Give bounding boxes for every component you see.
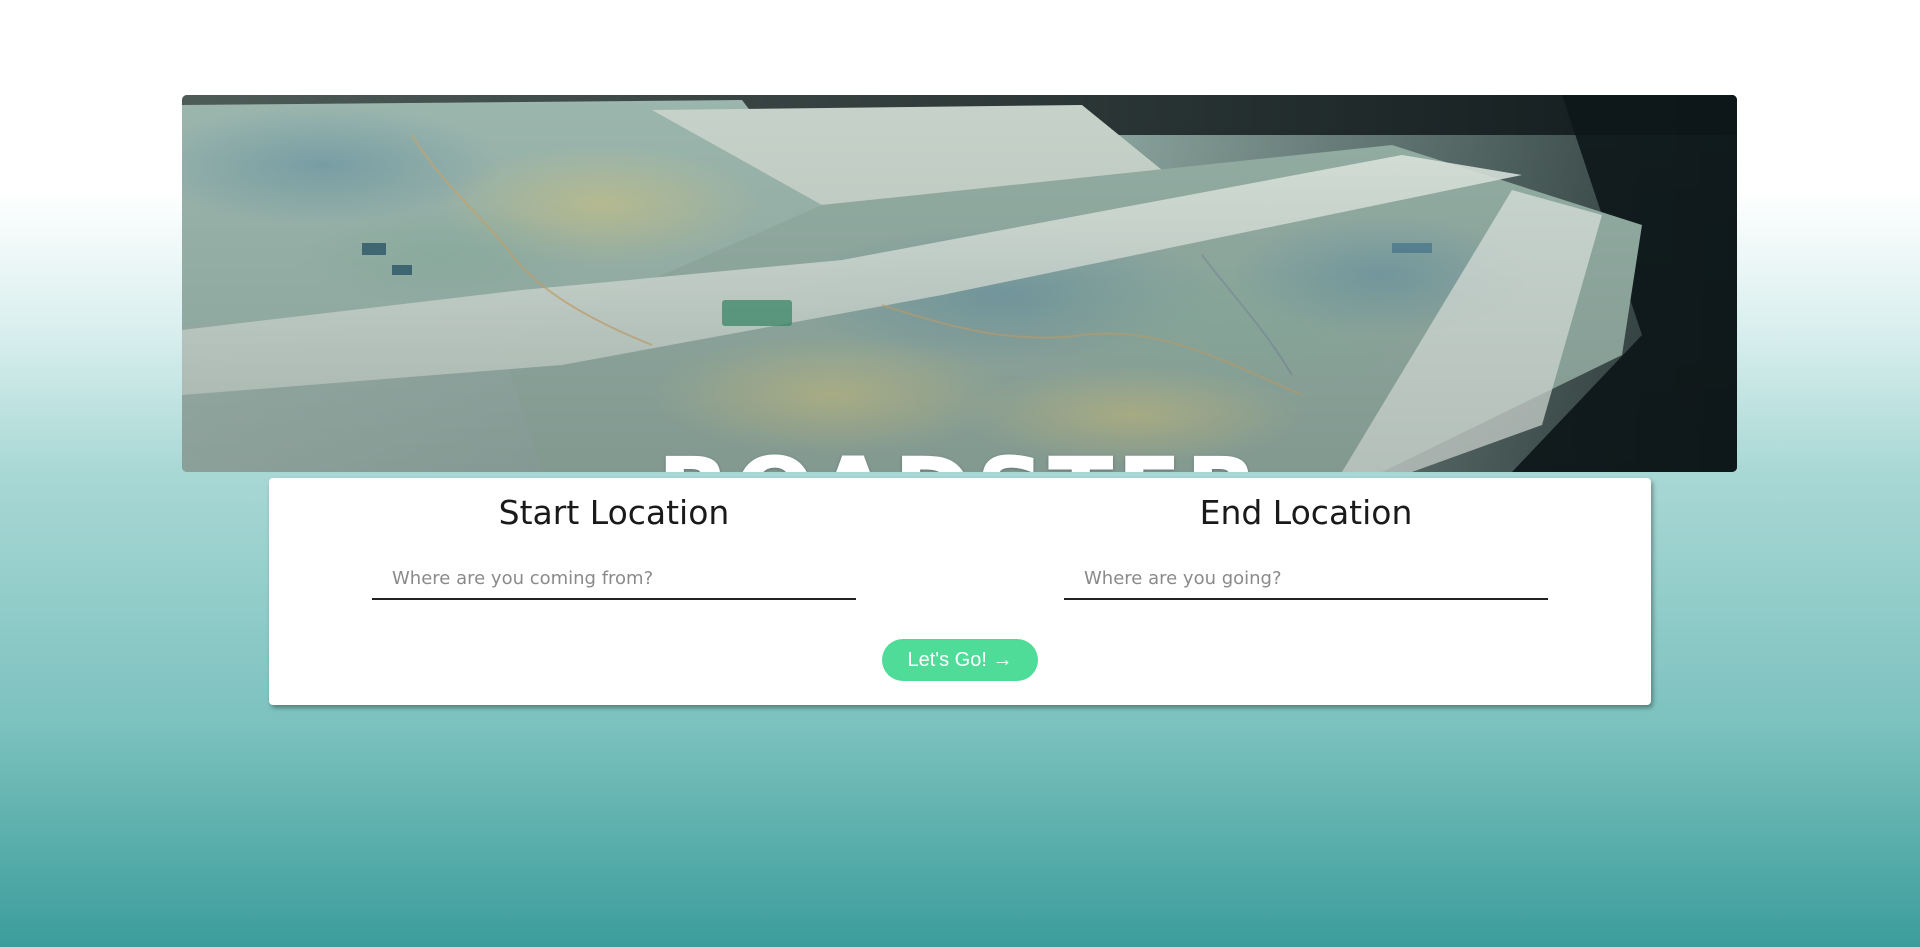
hero-banner: ROADSTER [182, 95, 1737, 472]
lets-go-button[interactable]: Let's Go! → [882, 639, 1038, 681]
start-location-input[interactable] [372, 558, 856, 600]
end-location-label: End Location [1199, 493, 1413, 532]
app-title: ROADSTER [182, 433, 1737, 472]
map-background-image [182, 95, 1737, 472]
start-location-label: Start Location [498, 493, 730, 532]
route-form-card: Start Location End Location Let's Go! → [269, 478, 1651, 705]
end-location-input[interactable] [1064, 558, 1548, 600]
